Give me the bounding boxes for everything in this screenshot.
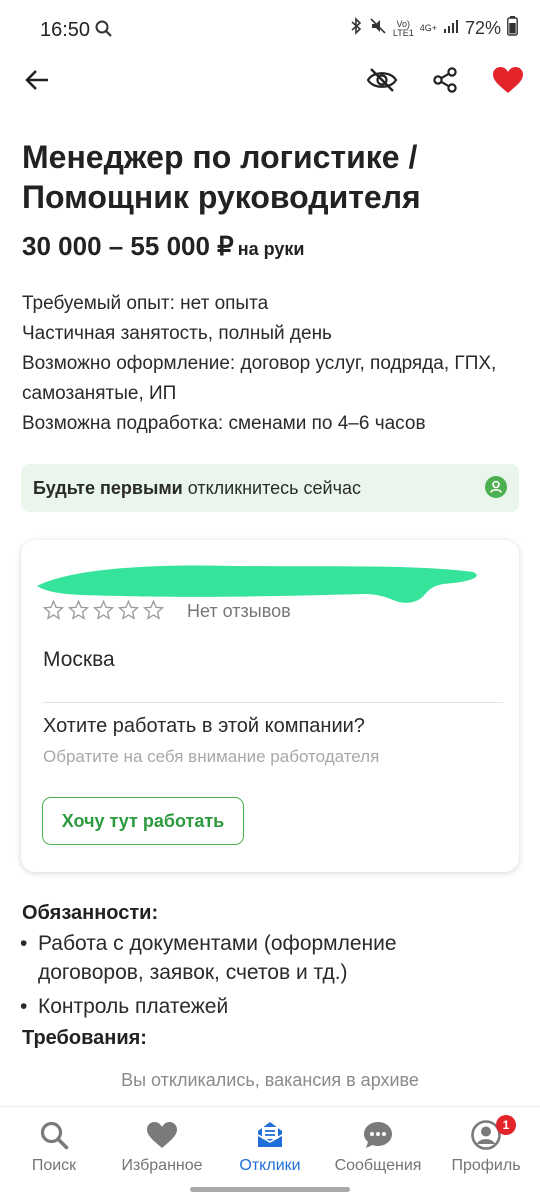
experience-info: Требуемый опыт: нет опыта [22, 293, 269, 314]
nav-favorites[interactable]: Избранное [108, 1117, 216, 1175]
be-first-banner: Будьте первыми откликнитесь сейчас [21, 464, 519, 512]
banner-text: Будьте первыми откликнитесь сейчас [33, 478, 361, 499]
status-indicators: Vo) LTE1 4G+ 72% [349, 16, 518, 41]
hide-vacancy-button[interactable] [360, 58, 404, 102]
profile-icon [432, 1117, 540, 1153]
vacancy-info-list: Требуемый опыт: нет опыта Частичная заня… [22, 289, 502, 439]
salary-range: 30 000 – 55 000 ₽ [22, 231, 234, 261]
nav-label: Отклики [239, 1157, 301, 1174]
salary-suffix: на руки [237, 239, 305, 259]
share-button[interactable] [423, 58, 467, 102]
search-icon [0, 1117, 108, 1153]
home-indicator[interactable] [190, 1187, 350, 1192]
star-icon [118, 600, 139, 620]
reviews-count[interactable]: Нет отзывов [187, 601, 291, 622]
person-icon [485, 476, 507, 498]
network-type-indicator: 4G+ [419, 23, 437, 33]
top-toolbar [0, 58, 540, 106]
nav-messages[interactable]: Сообщения [324, 1117, 432, 1175]
favorite-button[interactable] [486, 58, 530, 102]
chat-icon [324, 1117, 432, 1153]
heart-icon [108, 1117, 216, 1153]
card-divider [43, 702, 503, 703]
duty-text: Контроль платежей [38, 995, 229, 1018]
vacancy-salary: 30 000 – 55 000 ₽ на руки [22, 231, 304, 262]
volte-indicator: Vo) LTE1 [392, 18, 414, 38]
part-time-info: Возможна подработка: сменами по 4–6 часо… [22, 413, 426, 434]
requirements-heading: Требования: [22, 1027, 147, 1049]
banner-rest: откликнитесь сейчас [187, 478, 361, 498]
battery-percent: 72% [464, 18, 501, 38]
company-city: Москва [43, 648, 115, 671]
star-icon [93, 600, 114, 620]
status-time: 16:50 [40, 19, 91, 41]
company-card: Нет отзывов Москва Хотите работать в это… [21, 540, 519, 872]
mute-icon [369, 17, 387, 40]
duties-heading: Обязанности: [22, 902, 159, 924]
heart-filled-icon [493, 67, 523, 93]
nav-profile[interactable]: Профиль 1 [432, 1115, 540, 1175]
nav-label: Поиск [31, 1157, 77, 1174]
list-item: • Работа с документами (оформление догово… [20, 929, 490, 987]
search-status-icon [94, 19, 114, 44]
want-work-subtitle: Обратите на себя внимание работодателя [43, 747, 380, 766]
back-button[interactable] [15, 58, 59, 102]
nav-search[interactable]: Поиск [0, 1117, 108, 1175]
nav-label: Сообщения [334, 1157, 422, 1174]
employment-info: Частичная занятость, полный день [22, 323, 332, 344]
vacancy-title: Менеджер по логистике / Помощник руковод… [22, 139, 421, 215]
star-icon [43, 600, 64, 620]
status-bar: 16:50 Vo) LTE1 4G+ 72% [0, 0, 540, 60]
battery-icon [507, 16, 518, 41]
rating-stars [43, 600, 164, 620]
arrow-left-icon [25, 70, 48, 90]
duties-list: • Работа с документами (оформление догово… [20, 929, 490, 1026]
want-work-button[interactable]: Хочу тут работать [42, 797, 244, 845]
archived-note: Вы откликались, вакансия в архиве [121, 1070, 419, 1090]
bluetooth-icon [349, 17, 363, 40]
duty-text: Работа с документами (оформление договор… [38, 932, 397, 984]
want-work-title: Хотите работать в этой компании? [43, 715, 365, 737]
contract-info: Возможно оформление: договор услуг, подр… [22, 353, 497, 404]
notification-badge: 1 [496, 1115, 516, 1135]
share-icon [433, 67, 457, 93]
star-icon [68, 600, 89, 620]
eye-off-icon [366, 68, 398, 92]
nav-responses[interactable]: Отклики [216, 1117, 324, 1175]
banner-bold: Будьте первыми [33, 478, 183, 498]
star-icon [143, 600, 164, 620]
responses-icon [216, 1117, 324, 1153]
signal-icon [443, 18, 459, 39]
nav-label: Профиль [451, 1157, 521, 1174]
nav-label: Избранное [121, 1157, 203, 1174]
list-item: • Контроль платежей [20, 992, 490, 1021]
